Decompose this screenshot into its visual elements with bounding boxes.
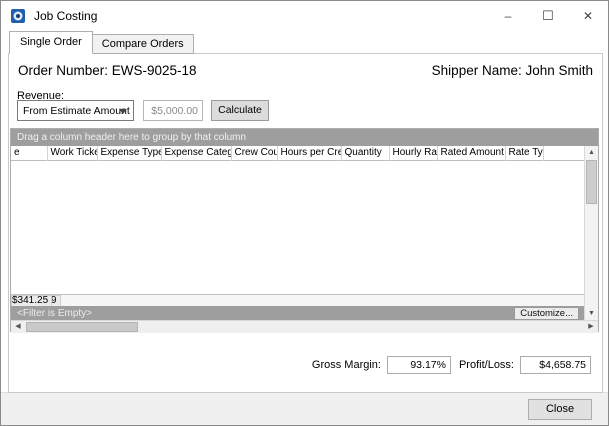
- order-number: Order Number: EWS-9025-18: [18, 63, 197, 78]
- tab-compare-orders[interactable]: Compare Orders: [93, 34, 194, 54]
- tab-strip: Single Order Compare Orders: [9, 33, 194, 54]
- order-line: Order Number: EWS-9025-18 Shipper Name: …: [18, 63, 593, 78]
- revenue-row: From Estimate Amount Calculate: [17, 100, 269, 121]
- summary-row: Gross Margin: Profit/Loss:: [312, 356, 591, 374]
- profit-loss-value: [520, 356, 591, 374]
- column-header[interactable]: Expense Category: [161, 146, 231, 160]
- app-icon: [10, 8, 26, 24]
- revenue-source-dropdown[interactable]: From Estimate Amount: [17, 100, 134, 121]
- column-header[interactable]: e: [11, 146, 47, 160]
- expense-grid: Drag a column header here to group by th…: [10, 128, 599, 332]
- maximize-icon[interactable]: ☐: [528, 2, 568, 31]
- vertical-scroll-thumb[interactable]: [586, 160, 597, 204]
- customize-button[interactable]: Customize...: [514, 307, 579, 320]
- revenue-amount-input[interactable]: [143, 100, 203, 121]
- profit-loss-label: Profit/Loss:: [459, 359, 514, 371]
- calculate-button[interactable]: Calculate: [211, 100, 269, 121]
- tab-single-order[interactable]: Single Order: [9, 31, 93, 54]
- title-bar: Job Costing – ☐ ✕: [1, 1, 608, 31]
- column-header[interactable]: Rate Type: [505, 146, 543, 160]
- grid-header: eWork TicketExpense TypeExpense Category…: [11, 146, 584, 161]
- scroll-up-icon[interactable]: ▲: [585, 146, 598, 159]
- column-header[interactable]: Quantity: [341, 146, 389, 160]
- horizontal-scroll-thumb[interactable]: [26, 322, 138, 332]
- footer-bar: Close: [1, 392, 608, 425]
- gross-margin-label: Gross Margin:: [312, 359, 381, 371]
- grid-rows: [11, 161, 584, 294]
- group-by-bar[interactable]: Drag a column header here to group by th…: [11, 129, 598, 146]
- close-button[interactable]: Close: [528, 399, 592, 420]
- horizontal-scrollbar[interactable]: ◀ ▶: [11, 320, 598, 333]
- window-title: Job Costing: [34, 9, 488, 23]
- job-costing-window: Job Costing – ☐ ✕ Single Order Compare O…: [0, 0, 609, 426]
- shipper-name: Shipper Name: John Smith: [432, 63, 593, 78]
- vertical-scrollbar[interactable]: ▲ ▼: [584, 146, 598, 320]
- column-header[interactable]: Work Ticket: [47, 146, 97, 160]
- chevron-down-icon: [119, 109, 127, 114]
- column-header[interactable]: Expense Type: [97, 146, 161, 160]
- gross-margin-value: [387, 356, 451, 374]
- single-order-page: Order Number: EWS-9025-18 Shipper Name: …: [8, 53, 603, 393]
- column-header[interactable]: Rated Amount: [437, 146, 505, 160]
- scroll-right-icon[interactable]: ▶: [584, 321, 598, 333]
- column-header[interactable]: Crew Count: [231, 146, 277, 160]
- column-header[interactable]: Hours per Crew: [277, 146, 341, 160]
- grid-totals-row: $5,361.49 $341.25: [11, 294, 584, 306]
- filter-text: <Filter is Empty>: [17, 308, 92, 319]
- column-header[interactable]: Hourly Rate: [389, 146, 437, 160]
- filter-bar: <Filter is Empty> Customize...: [11, 306, 584, 321]
- scroll-down-icon[interactable]: ▼: [585, 307, 598, 320]
- minimize-icon[interactable]: –: [488, 2, 528, 31]
- revenue-source-value: From Estimate Amount: [23, 105, 130, 117]
- close-icon[interactable]: ✕: [568, 2, 608, 31]
- scroll-left-icon[interactable]: ◀: [11, 321, 25, 333]
